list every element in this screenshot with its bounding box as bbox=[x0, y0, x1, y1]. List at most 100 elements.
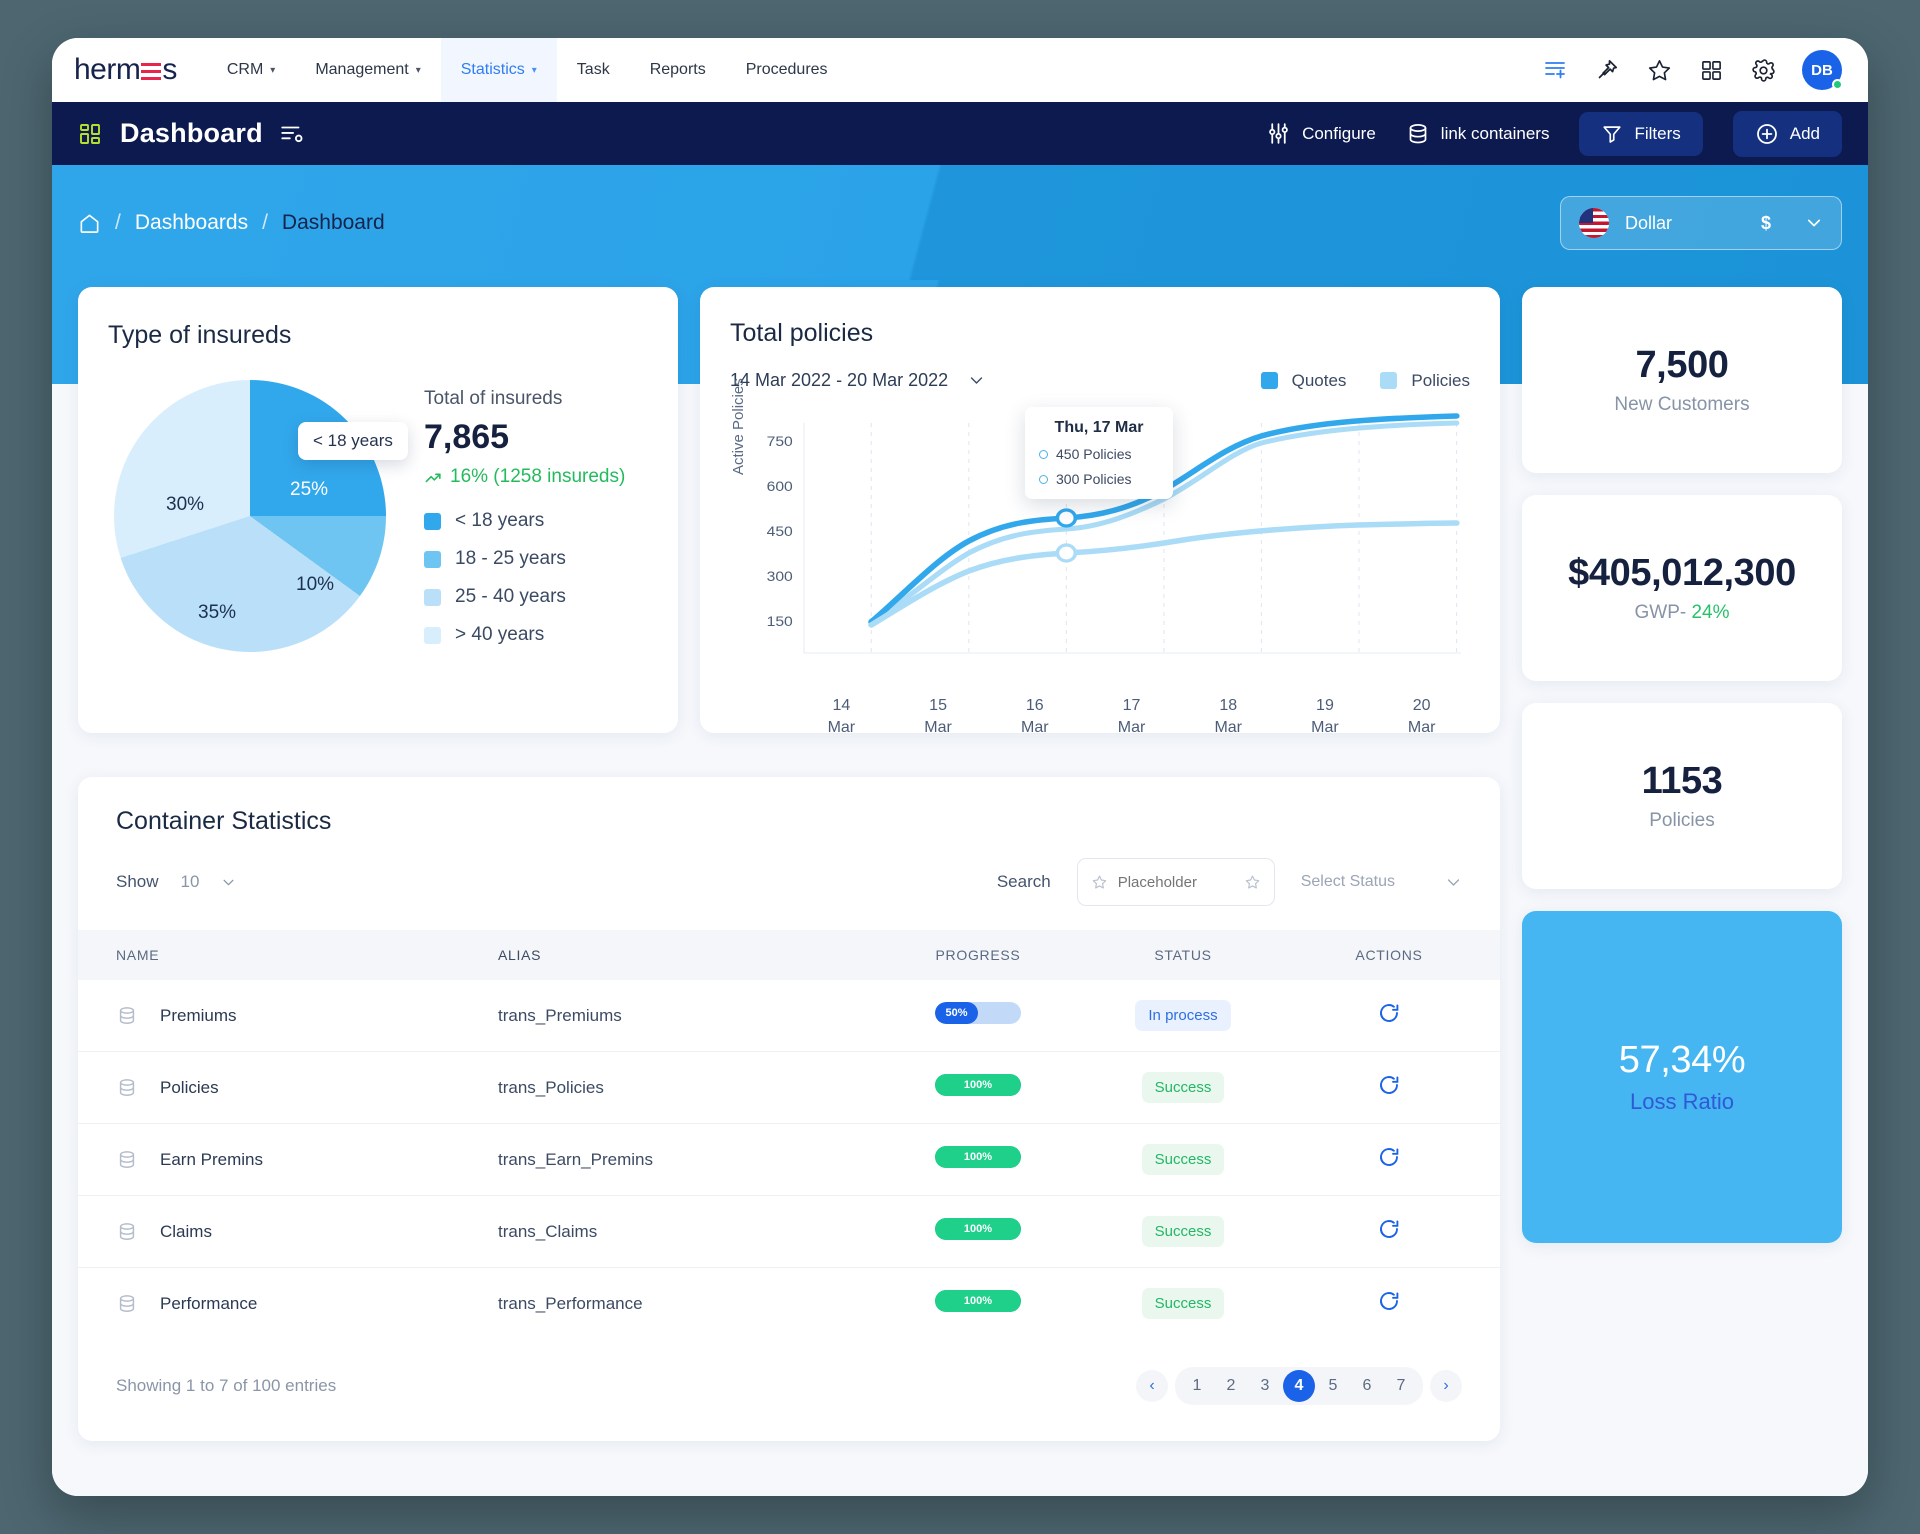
refresh-icon[interactable] bbox=[1377, 1073, 1401, 1097]
avatar[interactable]: DB bbox=[1802, 50, 1842, 90]
x-tick: 17Mar bbox=[1083, 695, 1180, 738]
breadcrumb-separator: / bbox=[262, 211, 268, 235]
pagination-prev[interactable]: ‹ bbox=[1136, 1370, 1168, 1402]
legend-item[interactable]: 25 - 40 years bbox=[424, 586, 625, 608]
filters-label: Filters bbox=[1634, 124, 1680, 144]
svg-text:750: 750 bbox=[767, 435, 793, 450]
legend-swatch bbox=[424, 513, 441, 530]
chevron-down-icon: ▾ bbox=[532, 65, 537, 76]
add-button[interactable]: Add bbox=[1733, 111, 1842, 157]
date-range-selector[interactable]: 14 Mar 2022 - 20 Mar 2022 bbox=[730, 370, 985, 391]
pagination: ‹ 1 2 3 4 5 6 7 › bbox=[1136, 1367, 1462, 1405]
dashboard-settings-icon[interactable] bbox=[279, 121, 305, 147]
column-header-actions[interactable]: ACTIONS bbox=[1278, 930, 1500, 980]
list-add-icon[interactable] bbox=[1542, 57, 1568, 83]
column-header-status[interactable]: STATUS bbox=[1088, 930, 1278, 980]
total-policies-card: Total policies 14 Mar 2022 - 20 Mar 2022… bbox=[700, 287, 1500, 733]
column-header-name[interactable]: NAME bbox=[78, 930, 498, 980]
pagination-page-current[interactable]: 4 bbox=[1283, 1370, 1315, 1402]
nav-item-task[interactable]: Task bbox=[557, 38, 630, 102]
home-icon[interactable] bbox=[78, 212, 101, 235]
breadcrumb-item-dashboard: Dashboard bbox=[282, 211, 385, 235]
table-row[interactable]: Policies trans_Policies 100% Success bbox=[78, 1052, 1500, 1124]
pagination-page[interactable]: 1 bbox=[1181, 1370, 1213, 1402]
row-alias: trans_Performance bbox=[498, 1268, 868, 1340]
x-tick: 18Mar bbox=[1180, 695, 1277, 738]
kpi-policies: 1153 Policies bbox=[1522, 703, 1842, 889]
show-entries-selector[interactable]: Show 10 bbox=[116, 872, 236, 892]
nav-item-statistics[interactable]: Statistics ▾ bbox=[441, 38, 557, 102]
table-row[interactable]: Premiums trans_Premiums 50% In process bbox=[78, 980, 1500, 1052]
pagination-page[interactable]: 2 bbox=[1215, 1370, 1247, 1402]
legend-swatch bbox=[424, 589, 441, 606]
star-icon[interactable] bbox=[1244, 874, 1261, 891]
refresh-icon[interactable] bbox=[1377, 1145, 1401, 1169]
pagination-page[interactable]: 5 bbox=[1317, 1370, 1349, 1402]
tooltip-marker-icon bbox=[1039, 475, 1048, 484]
legend-item-quotes[interactable]: Quotes bbox=[1261, 371, 1347, 391]
search-box[interactable] bbox=[1077, 858, 1275, 906]
breadcrumb-item-dashboards[interactable]: Dashboards bbox=[135, 211, 248, 235]
pagination-page[interactable]: 3 bbox=[1249, 1370, 1281, 1402]
pagination-next[interactable]: › bbox=[1430, 1370, 1462, 1402]
nav-label: Reports bbox=[650, 61, 706, 79]
table-row[interactable]: Earn Premins trans_Earn_Premins 100% Suc… bbox=[78, 1124, 1500, 1196]
pagination-page[interactable]: 7 bbox=[1385, 1370, 1417, 1402]
legend-item-policies[interactable]: Policies bbox=[1380, 371, 1470, 391]
dashboard-grid-icon bbox=[78, 122, 102, 146]
pin-icon[interactable] bbox=[1594, 57, 1620, 83]
nav-item-management[interactable]: Management ▾ bbox=[295, 38, 440, 102]
dashboard-content: Type of insureds 25% 10% 35% 30% < 18 ye… bbox=[52, 281, 1868, 1496]
hermes-logo[interactable]: herms bbox=[74, 53, 177, 87]
nav-item-crm[interactable]: CRM ▾ bbox=[207, 38, 295, 102]
online-status-dot bbox=[1832, 79, 1843, 90]
pagination-page[interactable]: 6 bbox=[1351, 1370, 1383, 1402]
legend-item[interactable]: > 40 years bbox=[424, 624, 625, 646]
tooltip-date: Thu, 17 Mar bbox=[1039, 419, 1159, 437]
pie-tooltip: < 18 years bbox=[298, 422, 408, 460]
chart-tooltip: Thu, 17 Mar 450 Policies 300 Policies bbox=[1025, 407, 1173, 499]
database-icon bbox=[116, 1005, 138, 1027]
line-chart[interactable]: Active Policies 750600450 300150 bbox=[730, 403, 1470, 693]
point-policies-17mar bbox=[1057, 545, 1075, 561]
configure-button[interactable]: Configure bbox=[1266, 121, 1376, 146]
column-header-alias[interactable]: ALIAS bbox=[498, 930, 868, 980]
currency-selector[interactable]: Dollar $ bbox=[1560, 196, 1842, 250]
filters-button[interactable]: Filters bbox=[1579, 112, 1702, 156]
legend-item[interactable]: 18 - 25 years bbox=[424, 548, 625, 570]
apps-grid-icon[interactable] bbox=[1698, 57, 1724, 83]
kpi-label: New Customers bbox=[1614, 394, 1749, 416]
pie-chart[interactable]: 25% 10% 35% 30% < 18 years bbox=[108, 376, 398, 656]
star-icon[interactable] bbox=[1646, 57, 1672, 83]
status-filter-select[interactable]: Select Status bbox=[1301, 873, 1462, 891]
tooltip-row: 450 Policies bbox=[1039, 446, 1159, 462]
configure-label: Configure bbox=[1302, 124, 1376, 144]
type-of-insureds-card: Type of insureds 25% 10% 35% 30% < 18 ye… bbox=[78, 287, 678, 733]
table-row[interactable]: Claims trans_Claims 100% Success bbox=[78, 1196, 1500, 1268]
search-input[interactable] bbox=[1118, 874, 1234, 891]
gear-icon[interactable] bbox=[1750, 57, 1776, 83]
refresh-icon[interactable] bbox=[1377, 1289, 1401, 1313]
legend-item[interactable]: < 18 years bbox=[424, 510, 625, 532]
link-containers-button[interactable]: link containers bbox=[1406, 122, 1550, 146]
table-row[interactable]: Performance trans_Performance 100% Succe… bbox=[78, 1268, 1500, 1340]
refresh-icon[interactable] bbox=[1377, 1001, 1401, 1025]
table-footer: Showing 1 to 7 of 100 entries ‹ 1 2 3 4 … bbox=[78, 1339, 1500, 1435]
nav-item-reports[interactable]: Reports bbox=[630, 38, 726, 102]
legend-label: > 40 years bbox=[455, 624, 544, 646]
table-body: Premiums trans_Premiums 50% In process bbox=[78, 980, 1500, 1339]
container-statistics-table: NAME ALIAS PROGRESS STATUS ACTIONS bbox=[78, 930, 1500, 1339]
status-badge: Success bbox=[1142, 1216, 1225, 1247]
column-header-progress[interactable]: PROGRESS bbox=[868, 930, 1088, 980]
progress-fill: 100% bbox=[935, 1146, 1021, 1168]
database-icon bbox=[116, 1221, 138, 1243]
breadcrumb-banner: / Dashboards / Dashboard Dollar $ bbox=[52, 165, 1868, 281]
x-tick: 15Mar bbox=[890, 695, 987, 738]
logo-text-after: s bbox=[162, 53, 177, 87]
nav-item-procedures[interactable]: Procedures bbox=[726, 38, 848, 102]
refresh-icon[interactable] bbox=[1377, 1217, 1401, 1241]
show-value: 10 bbox=[181, 872, 200, 892]
row-alias: trans_Policies bbox=[498, 1052, 868, 1124]
legend-label: Policies bbox=[1411, 371, 1470, 391]
legend-label: 18 - 25 years bbox=[455, 548, 566, 570]
